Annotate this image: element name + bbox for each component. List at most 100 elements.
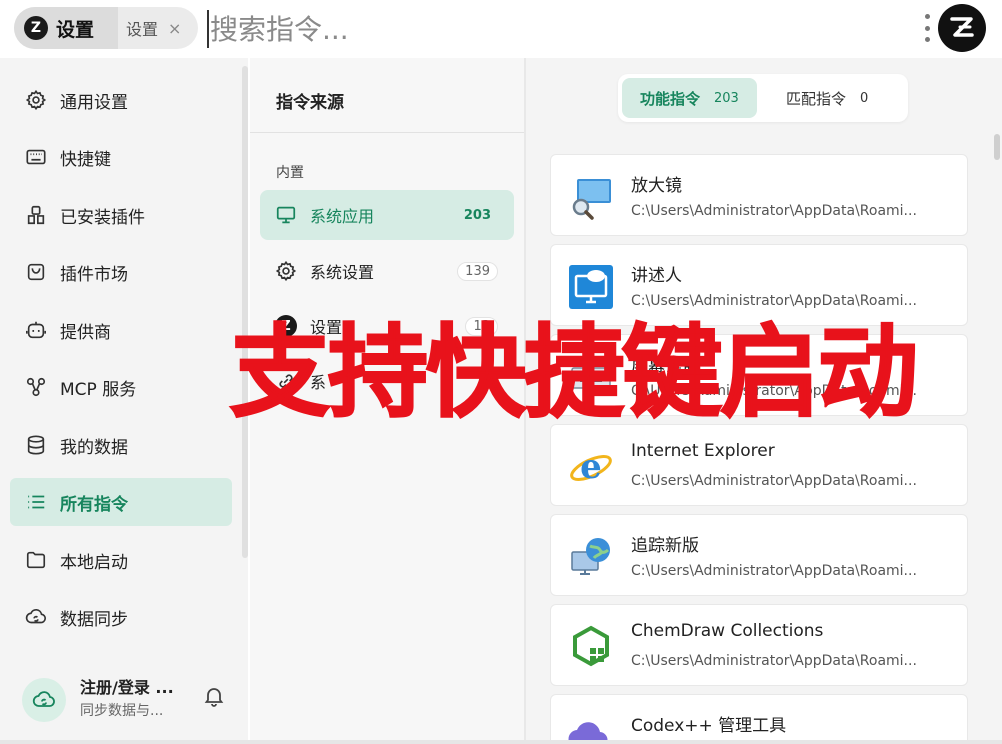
keyboard-icon	[24, 145, 48, 169]
command-path: C:\Users\Administrator\AppData\Roami...	[631, 293, 917, 309]
globe-monitor-icon	[567, 533, 615, 581]
more-menu-icon[interactable]	[920, 14, 934, 42]
sidebar-item-installed-plugins[interactable]: 已安装插件	[10, 191, 232, 239]
count-badge: 203	[463, 207, 491, 223]
app-logo-icon[interactable]	[938, 4, 986, 52]
sidebar-item-label: 通用设置	[60, 92, 128, 113]
sidebar-item-label: 数据同步	[60, 609, 128, 630]
shopping-bag-icon	[24, 260, 48, 284]
command-card[interactable]: Codex++ 管理工具	[550, 694, 968, 744]
tab-label: 功能指令	[640, 89, 701, 108]
count-badge: 13	[465, 316, 498, 336]
magnifier-icon	[567, 173, 615, 221]
sidebar-item-shortcuts[interactable]: 快捷键	[10, 133, 232, 181]
sidebar-item-label: 本地启动	[60, 552, 128, 573]
list-icon	[24, 490, 48, 514]
tab-label: 匹配指令	[786, 89, 847, 108]
sidebar-item-label: 快捷键	[60, 149, 111, 170]
command-card[interactable]: 屏幕键盘 C:\Users\Administrator\AppData\Roam…	[550, 334, 968, 416]
tab-count: 203	[714, 90, 739, 106]
source-item-system-other[interactable]: 系	[260, 356, 514, 406]
sidebar-item-mcp[interactable]: MCP 服务	[10, 363, 232, 411]
cloud-sync-icon	[24, 605, 48, 629]
network-icon	[24, 375, 48, 399]
sidebar-item-plugin-market[interactable]: 插件市场	[10, 248, 232, 296]
monitor-icon	[274, 203, 298, 227]
command-name: Codex++ 管理工具	[631, 716, 787, 736]
svg-text:e: e	[580, 447, 602, 487]
text-caret	[207, 10, 209, 48]
commands-scrollbar[interactable]	[994, 134, 1000, 160]
ztools-logo-icon: Z	[24, 16, 48, 40]
source-item-system-apps[interactable]: 系统应用 203	[260, 190, 514, 240]
user-subtitle: 同步数据与...	[80, 703, 164, 719]
sidebar-item-general[interactable]: 通用设置	[10, 76, 232, 124]
user-login-panel[interactable]: 注册/登录 ... 同步数据与...	[22, 670, 234, 730]
tab-settings-main[interactable]: Z 设置	[14, 7, 118, 49]
command-card[interactable]: 讲述人 C:\Users\Administrator\AppData\Roami…	[550, 244, 968, 326]
sidebar-item-my-data[interactable]: 我的数据	[10, 421, 232, 469]
sidebar-item-data-sync[interactable]: 数据同步	[10, 593, 232, 641]
narrator-icon	[567, 263, 615, 311]
bell-icon[interactable]	[202, 684, 226, 708]
gear-icon	[24, 88, 48, 112]
search-input[interactable]	[210, 6, 890, 52]
keyboard-app-icon	[567, 353, 615, 401]
tab-sub-label: 设置	[126, 20, 159, 39]
close-icon[interactable]: ×	[168, 19, 181, 38]
internet-explorer-icon: e	[567, 443, 615, 491]
command-card[interactable]: e Internet Explorer C:\Users\Administrat…	[550, 424, 968, 506]
command-card[interactable]: 放大镜 C:\Users\Administrator\AppData\Roami…	[550, 154, 968, 236]
command-path: C:\Users\Administrator\AppData\Roami...	[631, 473, 917, 489]
source-label: 系统应用	[310, 207, 375, 226]
command-name: 追踪新版	[631, 536, 699, 556]
folder-icon	[24, 548, 48, 572]
tab-functional-commands[interactable]: 功能指令 203	[622, 78, 757, 118]
command-name: 讲述人	[631, 266, 682, 286]
count-badge: 139	[457, 261, 498, 281]
command-name: ChemDraw Collections	[631, 621, 824, 641]
user-name[interactable]: 注册/登录 ...	[80, 674, 174, 698]
command-path: C:\Users\Administrator\AppData\Roami...	[631, 203, 917, 219]
command-path: C:\Users\Administrator\AppData\Roami...	[631, 563, 917, 579]
top-bar: Z 设置 设置 ×	[0, 0, 1002, 58]
tab-bar: Z 设置 设置 ×	[14, 7, 198, 49]
sidebar-item-label: 已安装插件	[60, 207, 145, 228]
command-name: 放大镜	[631, 176, 682, 196]
commands-panel: 功能指令 203 匹配指令 0 放大镜 C:\Users\Administrat…	[526, 58, 1002, 744]
command-sources-panel: 指令来源 内置 系统应用 203 系统设置 139 Z 设置 13 系	[250, 58, 524, 744]
sidebar-item-local-launch[interactable]: 本地启动	[10, 536, 232, 584]
command-name: 屏幕键盘	[631, 356, 699, 376]
sidebar-scrollbar[interactable]	[242, 66, 248, 558]
sidebar-item-label: 插件市场	[60, 264, 128, 285]
source-label: 系	[310, 373, 327, 392]
tab-matching-commands[interactable]: 匹配指令 0	[768, 78, 886, 118]
link-icon	[274, 369, 298, 393]
source-label: 系统设置	[310, 263, 375, 282]
tab-count: 0	[860, 90, 869, 106]
command-path: C:\Users\Administrator\AppData\Roami...	[631, 653, 917, 669]
gear-icon	[274, 259, 298, 283]
sidebar-item-label: 提供商	[60, 322, 111, 343]
command-card[interactable]: ChemDraw Collections C:\Users\Administra…	[550, 604, 968, 686]
command-name: Internet Explorer	[631, 441, 775, 461]
tab-settings-sub[interactable]: 设置 ×	[126, 7, 181, 49]
source-label: 设置	[310, 318, 343, 337]
avatar	[22, 678, 66, 722]
ztools-logo-icon: Z	[274, 314, 298, 338]
plugin-icon	[24, 203, 48, 227]
command-type-tabs: 功能指令 203 匹配指令 0	[618, 74, 908, 122]
divider	[250, 132, 524, 133]
bot-icon	[24, 318, 48, 342]
section-label: 内置	[276, 165, 304, 181]
sidebar-item-label: MCP 服务	[60, 379, 137, 400]
source-item-system-settings[interactable]: 系统设置 139	[260, 246, 514, 296]
command-card[interactable]: 追踪新版 C:\Users\Administrator\AppData\Roam…	[550, 514, 968, 596]
sidebar: 通用设置 快捷键 已安装插件 插件市场 提供商 MCP 服务 我的数据 所有指令…	[0, 58, 248, 744]
sidebar-item-all-commands[interactable]: 所有指令	[10, 478, 232, 526]
sidebar-item-label: 我的数据	[60, 437, 128, 458]
source-item-settings[interactable]: Z 设置 13	[260, 301, 514, 351]
sidebar-item-label: 所有指令	[60, 494, 128, 515]
sidebar-item-providers[interactable]: 提供商	[10, 306, 232, 354]
panel-title: 指令来源	[276, 93, 344, 113]
